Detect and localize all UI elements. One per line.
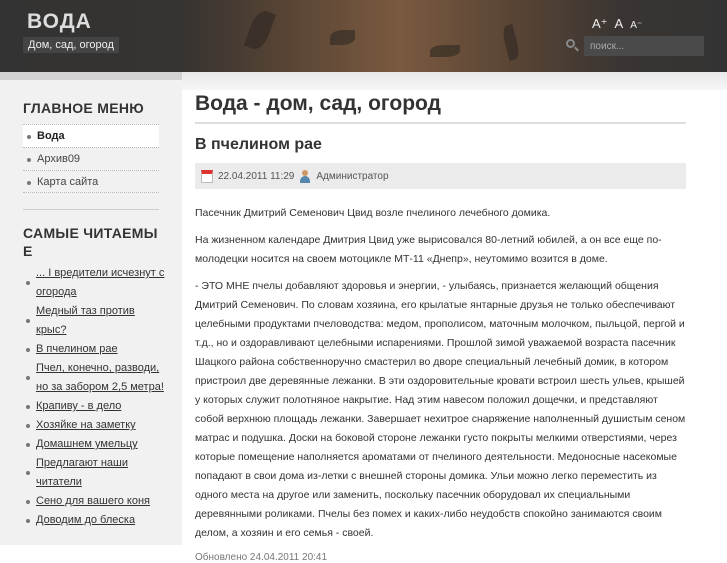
article-body: Пасечник Дмитрий Семенович Цвид возле пч…: [195, 204, 686, 543]
list-item: ... I вредители исчезнут с огорода: [26, 264, 166, 302]
menu-item-label: Карта сайта: [37, 176, 99, 188]
popular-article-link[interactable]: Медный таз против крыс?: [36, 302, 166, 340]
article-paragraph: - ЭТО МНЕ пчелы добавляют здоровья и эне…: [195, 280, 686, 539]
bullet-icon: [26, 499, 30, 504]
menu-item-archive09[interactable]: Архив09: [23, 147, 159, 170]
header-leaf-decoration: [243, 7, 277, 53]
search-input[interactable]: [584, 36, 704, 56]
site-slogan: Дом, сад, огород: [23, 37, 119, 53]
sidebar-divider: [23, 209, 159, 210]
bullet-icon: [26, 347, 30, 352]
header-leaf-decoration: [430, 45, 460, 57]
article-updated: Обновлено 24.04.2011 20:41: [195, 552, 328, 563]
menu-item-label: Вода: [37, 130, 65, 142]
article-meta: 22.04.2011 11:29 Администратор: [195, 163, 686, 189]
popular-article-link[interactable]: Сено для вашего коня: [36, 492, 150, 511]
font-reset-button[interactable]: A: [615, 16, 624, 31]
popular-article-link[interactable]: Доводим до блеска: [36, 511, 135, 530]
list-item: Хозяйке на заметку: [26, 416, 166, 435]
site-title[interactable]: ВОДА: [27, 10, 92, 34]
list-item: Сено для вашего коня: [26, 492, 166, 511]
popular-article-link[interactable]: В пчелином рае: [36, 340, 118, 359]
list-item: Домашнем умельцу: [26, 435, 166, 454]
font-size-tools: A⁺ A A⁻: [592, 16, 642, 32]
font-increase-button[interactable]: A⁺: [592, 16, 608, 32]
list-item: В пчелином рае: [26, 340, 166, 359]
bullet-icon: [27, 181, 31, 185]
popular-article-link[interactable]: Предлагают наши читатели: [36, 454, 166, 492]
bullet-icon: [27, 135, 31, 139]
bullet-icon: [26, 404, 30, 409]
sidebar-top-bar: [0, 72, 182, 80]
main-menu-title: ГЛАВНОЕ МЕНЮ: [23, 100, 145, 116]
main-content: Вода - дом, сад, огород В пчелином рае 2…: [195, 90, 686, 563]
popular-title: САМЫЕ ЧИТАЕМЫЕ: [23, 225, 158, 259]
bullet-icon: [26, 281, 30, 285]
list-item: Пчел, конечно, разводи, но за забором 2,…: [26, 359, 166, 397]
calendar-icon: [201, 169, 213, 183]
main-menu: Вода Архив09 Карта сайта: [23, 124, 159, 193]
bullet-icon: [27, 158, 31, 162]
list-item: Предлагают наши читатели: [26, 454, 166, 492]
search-icon: [566, 39, 575, 48]
bullet-icon: [26, 423, 30, 428]
bullet-icon: [26, 471, 30, 475]
menu-item-sitemap[interactable]: Карта сайта: [23, 170, 159, 193]
list-item: Крапиву - в дело: [26, 397, 166, 416]
popular-article-link[interactable]: Пчел, конечно, разводи, но за забором 2,…: [36, 359, 166, 397]
article-paragraph: Пасечник Дмитрий Семенович Цвид возле пч…: [195, 207, 551, 219]
bullet-icon: [26, 319, 30, 323]
list-item: Доводим до блеска: [26, 511, 166, 530]
font-decrease-button[interactable]: A⁻: [630, 20, 642, 31]
header-leaf-decoration: [330, 30, 355, 45]
popular-article-link[interactable]: ... I вредители исчезнут с огорода: [36, 264, 166, 302]
article-date: 22.04.2011 11:29: [218, 170, 295, 182]
popular-article-link[interactable]: Крапиву - в дело: [36, 397, 121, 416]
menu-item-voda[interactable]: Вода: [23, 124, 159, 147]
article-author: Администратор: [316, 170, 389, 182]
popular-article-link[interactable]: Домашнем умельцу: [36, 435, 138, 454]
user-icon: [299, 169, 311, 183]
bullet-icon: [26, 518, 30, 523]
site-header: ВОДА Дом, сад, огород A⁺ A A⁻: [0, 0, 727, 72]
list-item: Медный таз против крыс?: [26, 302, 166, 340]
article-title[interactable]: В пчелином рае: [195, 136, 686, 154]
bullet-icon: [26, 376, 30, 380]
menu-item-label: Архив09: [37, 153, 81, 165]
header-leaf-decoration: [500, 24, 522, 61]
page-title: Вода - дом, сад, огород: [195, 90, 686, 124]
popular-articles-list: ... I вредители исчезнут с огорода Медны…: [26, 264, 166, 530]
article-paragraph: На жизненном календаре Дмитрия Цвид уже …: [195, 234, 662, 265]
bullet-icon: [26, 442, 30, 447]
popular-article-link[interactable]: Хозяйке на заметку: [36, 416, 136, 435]
